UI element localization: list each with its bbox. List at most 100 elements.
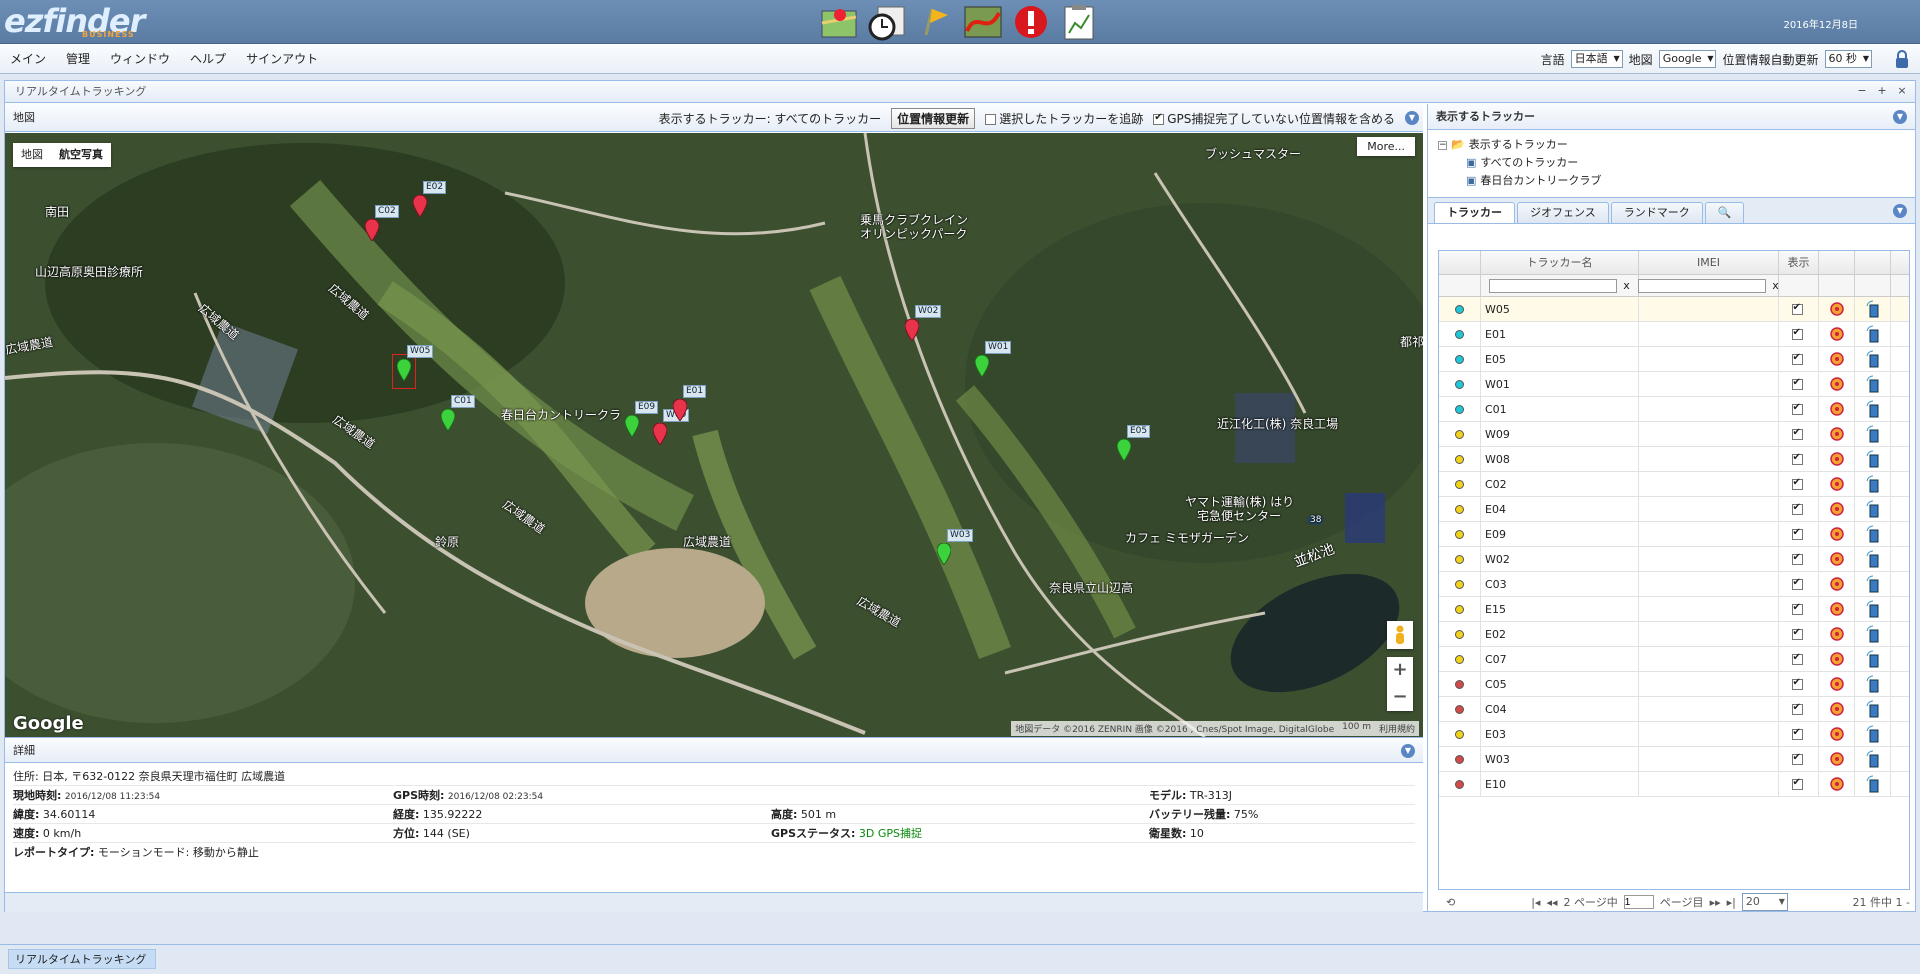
tracker-marker-green-selected[interactable]: W05 xyxy=(392,345,434,389)
display-cell[interactable] xyxy=(1779,697,1819,721)
locate-cell[interactable] xyxy=(1819,472,1855,496)
map-type-road[interactable]: 地図 xyxy=(13,143,51,167)
device-signal-icon[interactable] xyxy=(1865,550,1881,568)
table-row[interactable]: E09 xyxy=(1439,522,1909,547)
table-row[interactable]: W09 xyxy=(1439,422,1909,447)
locate-cell[interactable] xyxy=(1819,572,1855,596)
menu-admin[interactable]: 管理 xyxy=(56,44,100,74)
tab-geofence[interactable]: ジオフェンス xyxy=(1517,202,1609,223)
table-row[interactable]: E03 xyxy=(1439,722,1909,747)
display-checkbox[interactable] xyxy=(1791,327,1803,340)
close-icon[interactable]: × xyxy=(1895,84,1909,98)
locate-cell[interactable] xyxy=(1819,547,1855,571)
map-provider-select[interactable]: Google xyxy=(1658,50,1717,68)
zoom-out-button[interactable]: − xyxy=(1387,684,1413,711)
locate-target-icon[interactable] xyxy=(1829,351,1845,367)
more-button[interactable]: More... xyxy=(1357,137,1415,156)
refresh-icon[interactable]: ⟲ xyxy=(1446,896,1455,909)
locate-target-icon[interactable] xyxy=(1829,426,1845,442)
locate-cell[interactable] xyxy=(1819,347,1855,371)
report-chart-icon[interactable] xyxy=(1058,2,1100,42)
device-cell[interactable] xyxy=(1855,547,1891,571)
table-row[interactable]: E10 xyxy=(1439,772,1909,797)
zoom-in-button[interactable]: + xyxy=(1387,657,1413,684)
map-type-satellite[interactable]: 航空写真 xyxy=(51,143,111,167)
display-checkbox[interactable] xyxy=(1791,602,1803,615)
locate-cell[interactable] xyxy=(1819,772,1855,796)
tree-root[interactable]: − 📂 表示するトラッカー xyxy=(1438,136,1905,154)
table-row[interactable]: C05 xyxy=(1439,672,1909,697)
street-view-pegman-icon[interactable] xyxy=(1387,621,1413,649)
display-checkbox[interactable] xyxy=(1791,377,1803,390)
tree-item-club[interactable]: ▣ 春日台カントリークラブ xyxy=(1438,172,1905,190)
locate-target-icon[interactable] xyxy=(1829,301,1845,317)
terms-link[interactable]: 利用規約 xyxy=(1379,722,1415,735)
device-signal-icon[interactable] xyxy=(1865,625,1881,643)
minimize-icon[interactable]: − xyxy=(1855,84,1869,98)
tracker-marker-green[interactable]: E05 xyxy=(1116,425,1151,464)
display-cell[interactable] xyxy=(1779,347,1819,371)
display-checkbox[interactable] xyxy=(1791,727,1803,740)
tracker-marker-red[interactable]: W02 xyxy=(904,305,942,344)
tree-item-all[interactable]: ▣ すべてのトラッカー xyxy=(1438,154,1905,172)
gps-checkbox-box[interactable] xyxy=(1153,112,1165,125)
device-cell[interactable] xyxy=(1855,297,1891,321)
device-signal-icon[interactable] xyxy=(1865,325,1881,343)
tab-landmark[interactable]: ランドマーク xyxy=(1610,202,1703,223)
display-cell[interactable] xyxy=(1779,297,1819,321)
map-tracking-icon[interactable] xyxy=(818,2,860,42)
locate-target-icon[interactable] xyxy=(1829,601,1845,617)
menu-main[interactable]: メイン xyxy=(0,44,56,74)
locate-target-icon[interactable] xyxy=(1829,701,1845,717)
locate-target-icon[interactable] xyxy=(1829,651,1845,667)
display-checkbox[interactable] xyxy=(1791,702,1803,715)
col-imei[interactable]: IMEI xyxy=(1639,251,1779,274)
locate-target-icon[interactable] xyxy=(1829,501,1845,517)
display-cell[interactable] xyxy=(1779,572,1819,596)
table-row[interactable]: E01 xyxy=(1439,322,1909,347)
follow-checkbox-box[interactable] xyxy=(985,113,997,125)
device-signal-icon[interactable] xyxy=(1865,425,1881,443)
locate-target-icon[interactable] xyxy=(1829,526,1845,542)
device-cell[interactable] xyxy=(1855,397,1891,421)
history-clock-icon[interactable] xyxy=(866,2,908,42)
device-cell[interactable] xyxy=(1855,522,1891,546)
locate-cell[interactable] xyxy=(1819,622,1855,646)
tracker-marker-green[interactable]: W01 xyxy=(974,341,1012,380)
device-cell[interactable] xyxy=(1855,772,1891,796)
clear-imei-filter[interactable]: x xyxy=(1772,279,1779,292)
maximize-icon[interactable]: + xyxy=(1875,84,1889,98)
table-row[interactable]: C01 xyxy=(1439,397,1909,422)
device-signal-icon[interactable] xyxy=(1865,700,1881,718)
display-checkbox[interactable] xyxy=(1791,627,1803,640)
table-row[interactable]: E15 xyxy=(1439,597,1909,622)
device-signal-icon[interactable] xyxy=(1865,600,1881,618)
device-signal-icon[interactable] xyxy=(1865,300,1881,318)
device-cell[interactable] xyxy=(1855,322,1891,346)
display-checkbox[interactable] xyxy=(1791,527,1803,540)
display-cell[interactable] xyxy=(1779,322,1819,346)
locate-cell[interactable] xyxy=(1819,322,1855,346)
display-cell[interactable] xyxy=(1779,722,1819,746)
tracker-marker-red[interactable]: E01 xyxy=(672,385,707,424)
display-cell[interactable] xyxy=(1779,772,1819,796)
table-row[interactable]: E05 xyxy=(1439,347,1909,372)
page-number-input[interactable] xyxy=(1623,895,1654,909)
display-checkbox[interactable] xyxy=(1791,652,1803,665)
device-signal-icon[interactable] xyxy=(1865,725,1881,743)
locate-cell[interactable] xyxy=(1819,447,1855,471)
table-row[interactable]: W08 xyxy=(1439,447,1909,472)
device-signal-icon[interactable] xyxy=(1865,675,1881,693)
locate-cell[interactable] xyxy=(1819,722,1855,746)
tree-expand-icon[interactable]: − xyxy=(1438,140,1447,150)
locate-target-icon[interactable] xyxy=(1829,576,1845,592)
device-signal-icon[interactable] xyxy=(1865,750,1881,768)
device-cell[interactable] xyxy=(1855,422,1891,446)
taskbar-realtime-tracking[interactable]: リアルタイムトラッキング xyxy=(8,949,156,969)
refresh-location-button[interactable]: 位置情報更新 xyxy=(891,107,976,129)
menu-help[interactable]: ヘルプ xyxy=(180,44,236,74)
tracker-marker-red[interactable]: W09 xyxy=(652,409,690,448)
locate-target-icon[interactable] xyxy=(1829,676,1845,692)
table-row[interactable]: W02 xyxy=(1439,547,1909,572)
auto-refresh-select[interactable]: 60 秒 xyxy=(1824,50,1872,68)
